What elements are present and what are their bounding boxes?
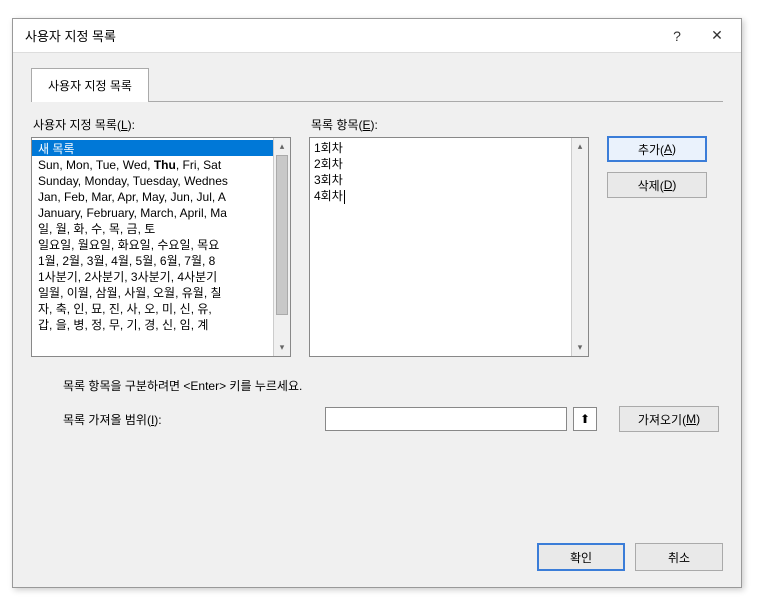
scroll-thumb[interactable] [276,155,288,315]
scroll-down-arrow-icon[interactable]: ▾ [274,339,290,356]
import-range-label: 목록 가져올 범위(I): [63,411,319,428]
list-item[interactable]: Jan, Feb, Mar, Apr, May, Jun, Jul, A [32,188,273,204]
list-item[interactable]: 일요일, 월요일, 화요일, 수요일, 목요 [32,236,273,252]
entry-line: 1회차 [314,140,567,156]
list-entries-textbox[interactable]: 1회차2회차3회차4회차 ▴ ▾ [309,137,589,357]
cancel-button[interactable]: 취소 [635,543,723,571]
list-item[interactable]: 일월, 이월, 삼월, 사월, 오월, 유월, 칠 [32,284,273,300]
tab-custom-lists[interactable]: 사용자 지정 목록 [31,68,149,102]
list-item[interactable]: 자, 축, 인, 묘, 진, 사, 오, 미, 신, 유, [32,300,273,316]
tabs: 사용자 지정 목록 [31,67,723,102]
list-item[interactable]: 1월, 2월, 3월, 4월, 5월, 6월, 7월, 8 [32,252,273,268]
content-row: 사용자 지정 목록(L): 새 목록Sun, Mon, Tue, Wed, Th… [31,116,723,357]
scroll-up-arrow-icon[interactable]: ▴ [572,138,588,155]
scroll-track[interactable] [274,155,290,339]
custom-lists-label: 사용자 지정 목록(L): [31,116,291,133]
scrollbar[interactable]: ▴ ▾ [571,138,588,356]
scroll-up-arrow-icon[interactable]: ▴ [274,138,290,155]
dialog-body: 사용자 지정 목록 사용자 지정 목록(L): 새 목록Sun, Mon, Tu… [13,53,741,446]
import-row: 목록 가져올 범위(I): ⬆ 가져오기(M) [31,406,723,432]
close-button[interactable]: ✕ [697,21,737,51]
collapse-dialog-icon: ⬆ [580,412,590,426]
hint-text: 목록 항목을 구분하려면 <Enter> 키를 누르세요. [31,377,723,394]
list-item[interactable]: Sun, Mon, Tue, Wed, Thu, Fri, Sat [32,156,273,172]
list-item[interactable]: 1사분기, 2사분기, 3사분기, 4사분기 [32,268,273,284]
scroll-down-arrow-icon[interactable]: ▾ [572,339,588,356]
text-caret [344,190,345,204]
help-button[interactable]: ? [657,21,697,51]
list-item[interactable]: 새 목록 [32,140,273,156]
list-item[interactable]: January, February, March, April, Ma [32,204,273,220]
scroll-track[interactable] [572,155,588,339]
add-button[interactable]: 추가(A) [607,136,707,162]
entry-line: 4회차 [314,188,567,204]
dialog-titlebar: 사용자 지정 목록 ? ✕ [13,19,741,53]
list-entries-label: 목록 항목(E): [309,116,589,133]
side-buttons: 추가(A) 삭제(D) [607,116,707,357]
custom-lists-listbox[interactable]: 새 목록Sun, Mon, Tue, Wed, Thu, Fri, SatSun… [31,137,291,357]
entry-line: 2회차 [314,156,567,172]
scrollbar[interactable]: ▴ ▾ [273,138,290,356]
list-item[interactable]: 일, 월, 화, 수, 목, 금, 토 [32,220,273,236]
list-item[interactable]: 갑, 을, 병, 정, 무, 기, 경, 신, 임, 계 [32,316,273,332]
custom-lists-column: 사용자 지정 목록(L): 새 목록Sun, Mon, Tue, Wed, Th… [31,116,291,357]
delete-button[interactable]: 삭제(D) [607,172,707,198]
dialog-title: 사용자 지정 목록 [25,26,657,45]
ok-button[interactable]: 확인 [537,543,625,571]
import-button[interactable]: 가져오기(M) [619,406,719,432]
list-item[interactable]: Sunday, Monday, Tuesday, Wednes [32,172,273,188]
dialog-footer: 확인 취소 [537,543,723,571]
entry-line: 3회차 [314,172,567,188]
list-entries-column: 목록 항목(E): 1회차2회차3회차4회차 ▴ ▾ [309,116,589,357]
custom-lists-dialog: 사용자 지정 목록 ? ✕ 사용자 지정 목록 사용자 지정 목록(L): 새 … [12,18,742,588]
import-range-input[interactable] [325,407,567,431]
range-picker-button[interactable]: ⬆ [573,407,597,431]
